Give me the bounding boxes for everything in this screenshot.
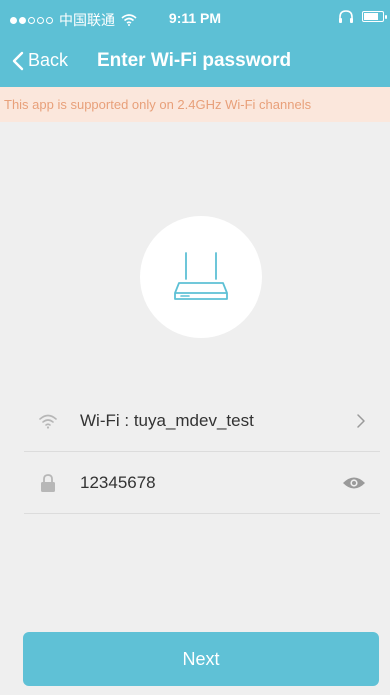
eye-icon[interactable] [342, 452, 366, 514]
back-label: Back [28, 50, 69, 70]
nav-bar: Back Enter Wi-Fi password [0, 44, 390, 84]
password-row [24, 452, 380, 514]
status-right [338, 10, 387, 23]
status-bar: 中国联通 9:11 PM [0, 0, 390, 36]
chevron-right-icon [356, 390, 366, 452]
battery-icon [362, 11, 387, 22]
wifi-select-row[interactable]: Wi-Fi : tuya_mdev_test [24, 390, 380, 452]
header: 中国联通 9:11 PM Back Enter Wi-Fi password [0, 0, 390, 87]
router-illustration [140, 216, 262, 338]
wifi-network-label: Wi-Fi : tuya_mdev_test [80, 410, 254, 430]
info-banner: This app is supported only on 2.4GHz Wi-… [0, 87, 390, 122]
chevron-left-icon [12, 51, 24, 70]
page-title: Enter Wi-Fi password [97, 50, 292, 71]
wifi-icon [32, 413, 64, 429]
status-time: 9:11 PM [168, 10, 222, 26]
password-input[interactable] [80, 472, 320, 493]
router-icon [174, 252, 228, 300]
next-button[interactable]: Next [23, 632, 379, 686]
screen: 中国联通 9:11 PM Back Enter Wi-Fi password T… [0, 0, 390, 695]
back-button[interactable]: Back [12, 50, 68, 71]
headphones-icon [339, 10, 353, 23]
lock-icon [32, 473, 64, 493]
